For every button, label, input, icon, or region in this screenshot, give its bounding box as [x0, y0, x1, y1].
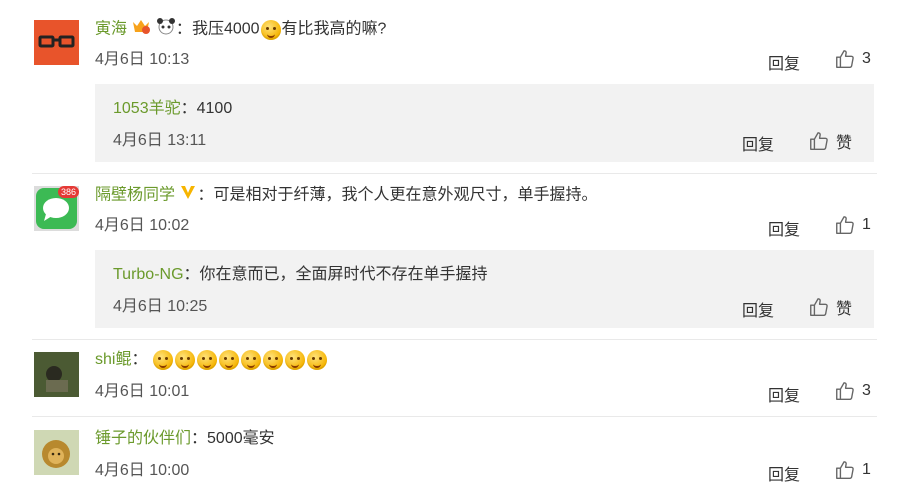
like-count: 赞	[836, 135, 853, 152]
thumbs-up-icon	[810, 298, 828, 316]
username[interactable]: shi鲲	[95, 351, 131, 368]
reply-button[interactable]: 回复	[742, 297, 774, 321]
like-button[interactable]: 1	[834, 459, 871, 481]
thumbs-up-icon	[836, 382, 854, 400]
like-count: 1	[862, 216, 871, 233]
separator: ：	[131, 351, 148, 368]
username[interactable]: 寅海	[95, 21, 127, 38]
thumbs-up-icon	[836, 216, 854, 234]
timestamp: 4月6日 10:00	[95, 462, 190, 479]
separator: ：	[191, 430, 208, 447]
avatar[interactable]	[34, 352, 79, 397]
comment-text-part: 有比我高的嘛?	[281, 20, 387, 38]
like-button[interactable]: 3	[834, 48, 871, 70]
comment-text-part: 我压4000	[191, 20, 260, 38]
divider	[32, 416, 877, 417]
thumbs-up-icon	[836, 461, 854, 479]
shy-emoji-icon	[218, 349, 239, 370]
comment-text: 你在意而已，全面屏时代不存在单手握持	[199, 266, 488, 283]
timestamp: 4月6日 10:01	[95, 383, 190, 400]
avatar[interactable]: 386	[34, 186, 79, 231]
like-count: 3	[862, 50, 871, 67]
glasses-icon	[38, 35, 75, 48]
separator: ：	[180, 100, 197, 117]
comment-text: 可是相对于纤薄，我个人更在意外观尺寸，单手握持。	[213, 186, 598, 204]
photo-avatar-icon	[34, 352, 79, 397]
thumbs-up-icon	[810, 132, 828, 150]
blush-emoji-icon	[262, 349, 283, 370]
username[interactable]: 锤子的伙伴们	[95, 430, 191, 447]
reply-button[interactable]: 回复	[768, 461, 800, 485]
like-count: 1	[862, 461, 871, 478]
sub-comment: 1053羊驼：4100 4月6日 13:11 回复 赞	[95, 84, 874, 162]
comment-text: 5000毫安	[207, 430, 275, 447]
sub-comment: Turbo-NG：你在意而已，全面屏时代不存在单手握持 4月6日 10:25 回…	[95, 250, 874, 328]
thumbs-up-icon	[836, 50, 854, 68]
timestamp: 4月6日 10:13	[95, 51, 190, 68]
grin-emoji-icon	[306, 349, 327, 370]
divider	[32, 339, 877, 340]
emoji-group	[152, 349, 328, 370]
separator: ：	[183, 266, 200, 283]
separator: ：	[197, 186, 214, 204]
like-button[interactable]: 1	[834, 214, 871, 236]
cat-emoji-icon	[260, 19, 281, 40]
smirk-emoji-icon	[196, 349, 217, 370]
notification-badge: 386	[57, 186, 79, 198]
smile-emoji-icon	[174, 349, 195, 370]
like-button[interactable]: 赞	[808, 295, 852, 319]
hug-emoji-icon	[240, 349, 261, 370]
like-count: 3	[862, 382, 871, 399]
panda-badge-icon	[156, 17, 176, 42]
verified-badge-icon	[179, 183, 197, 208]
like-button[interactable]: 赞	[808, 129, 852, 153]
timestamp: 4月6日 13:11	[113, 132, 207, 149]
timestamp: 4月6日 10:25	[113, 298, 208, 315]
username[interactable]: 1053羊驼	[113, 100, 181, 117]
username[interactable]: 隔壁杨同学	[95, 187, 175, 204]
avatar[interactable]	[34, 20, 79, 65]
lion-avatar-icon	[34, 430, 79, 475]
vip-badge-icon	[131, 17, 151, 42]
divider	[32, 173, 877, 174]
reply-button[interactable]: 回复	[742, 131, 774, 155]
like-button[interactable]: 3	[834, 380, 871, 402]
timestamp: 4月6日 10:02	[95, 217, 190, 234]
reply-button[interactable]: 回复	[768, 216, 800, 240]
avatar[interactable]	[34, 430, 79, 475]
separator: ：	[175, 20, 192, 38]
reply-button[interactable]: 回复	[768, 50, 800, 74]
comment-text: 4100	[196, 100, 233, 117]
laugh-emoji-icon	[152, 349, 173, 370]
reply-button[interactable]: 回复	[768, 382, 800, 406]
username[interactable]: Turbo-NG	[113, 266, 184, 283]
slight-smile-emoji-icon	[284, 349, 305, 370]
like-count: 赞	[836, 301, 853, 318]
